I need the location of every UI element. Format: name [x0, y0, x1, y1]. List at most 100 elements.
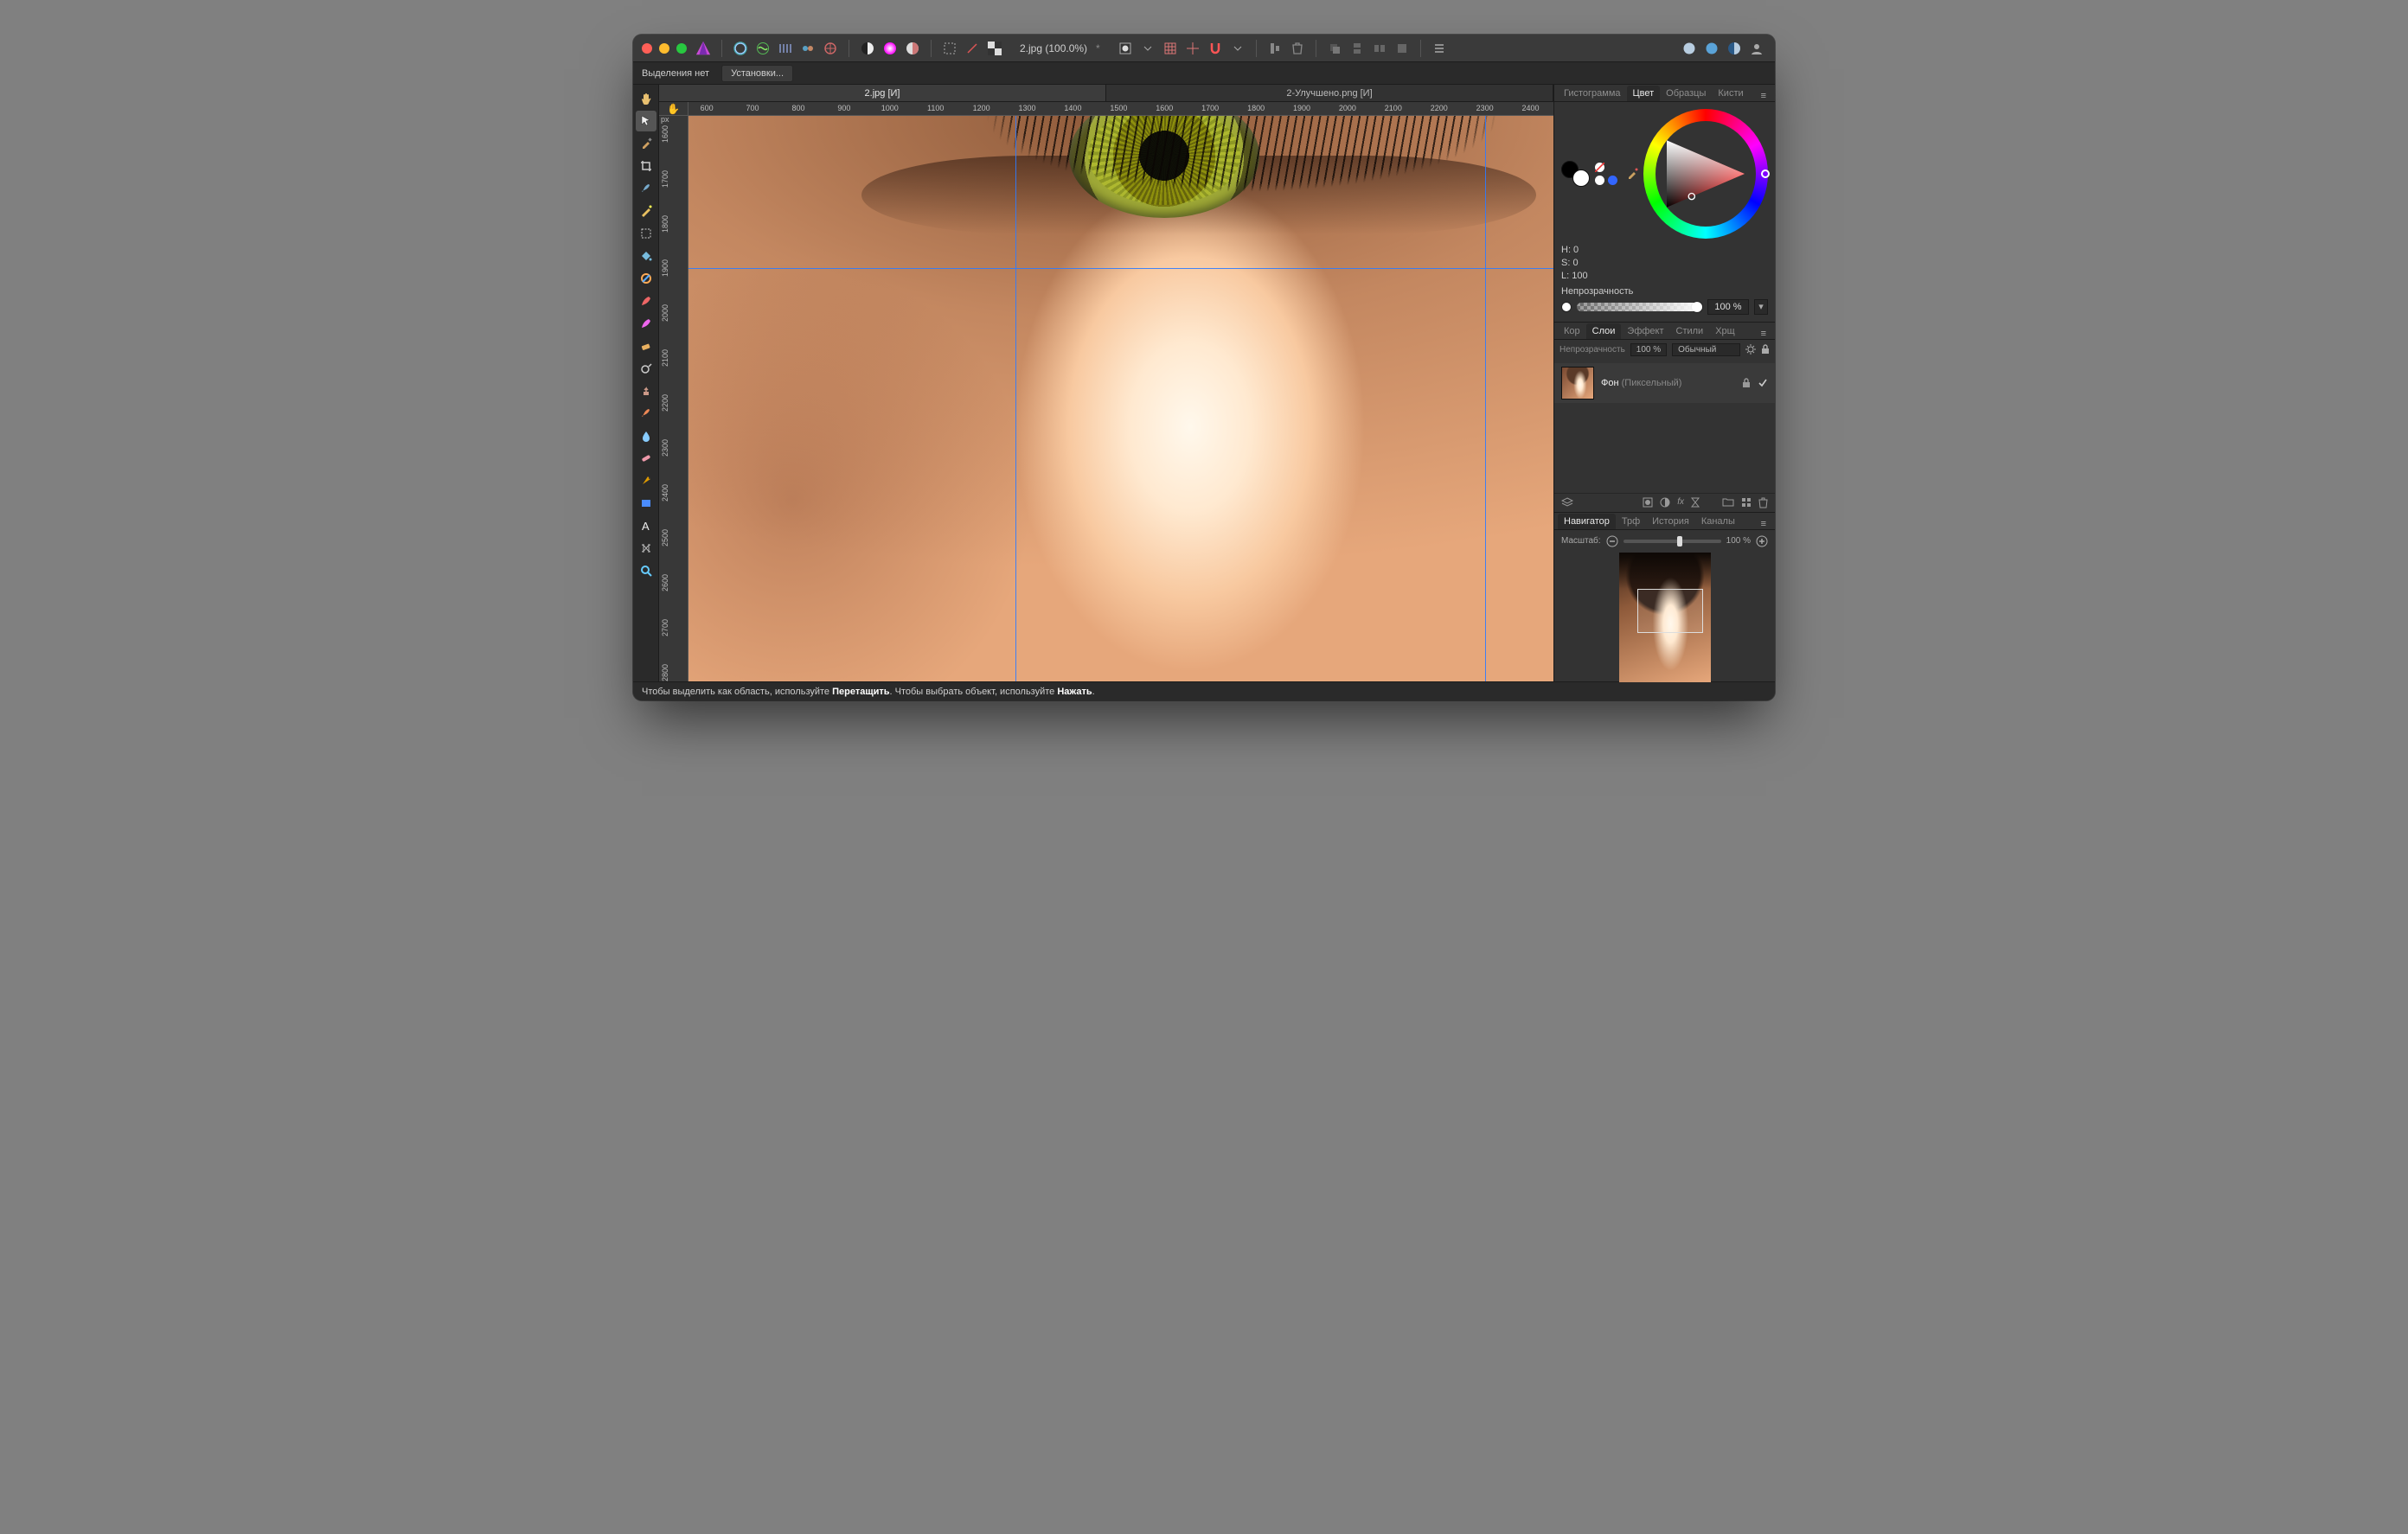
panel-menu-icon[interactable]: ≡: [1756, 91, 1771, 101]
develop-persona-icon[interactable]: [776, 39, 795, 58]
checkerboard-icon[interactable]: [985, 39, 1004, 58]
vertical-guide[interactable]: [1015, 116, 1016, 681]
opacity-slider[interactable]: [1577, 303, 1702, 311]
layer-opacity-value[interactable]: 100 %: [1630, 343, 1667, 356]
color-picker-tool-icon[interactable]: [636, 133, 656, 154]
presets-button[interactable]: Установки...: [721, 65, 793, 82]
mesh-tool-icon[interactable]: [636, 538, 656, 559]
selection-brush-tool-icon[interactable]: [636, 178, 656, 199]
flood-fill-tool-icon[interactable]: [636, 246, 656, 266]
align-tool-icon[interactable]: [1265, 39, 1284, 58]
opacity-dropdown[interactable]: ▾: [1754, 299, 1768, 315]
canvas[interactable]: [688, 116, 1553, 681]
vertical-guide[interactable]: [1485, 116, 1486, 681]
navigator-thumbnail[interactable]: [1619, 553, 1711, 682]
tab-transform[interactable]: Трф: [1616, 514, 1646, 529]
export-persona-icon[interactable]: [821, 39, 840, 58]
dropdown-1[interactable]: [1138, 39, 1157, 58]
list-icon[interactable]: [1430, 39, 1449, 58]
tab-layers[interactable]: Слои: [1586, 323, 1622, 339]
photo-persona-icon[interactable]: [731, 39, 750, 58]
tool-circle-1-icon[interactable]: [858, 39, 877, 58]
text-tool-icon[interactable]: A: [636, 515, 656, 536]
paint-mixer-tool-icon[interactable]: [636, 268, 656, 289]
tab-hrsh[interactable]: Хрщ: [1709, 323, 1741, 339]
rectangle-tool-icon[interactable]: [636, 493, 656, 514]
crosshair-icon[interactable]: [1183, 39, 1202, 58]
horizontal-ruler[interactable]: 6007008009001000110012001300140015001600…: [688, 102, 1553, 116]
hourglass-icon[interactable]: [1691, 497, 1700, 508]
tab-histogram[interactable]: Гистограмма: [1558, 86, 1627, 101]
document-tab-1[interactable]: 2.jpg [И]: [659, 85, 1106, 101]
clone-tool-icon[interactable]: [636, 380, 656, 401]
opacity-slider-knob[interactable]: [1691, 301, 1703, 313]
dodge-tool-icon[interactable]: [636, 358, 656, 379]
arrange-3-icon[interactable]: [1370, 39, 1389, 58]
zoom-window-button[interactable]: [676, 43, 687, 54]
folder-icon[interactable]: [1722, 497, 1734, 508]
layer-thumbnail[interactable]: [1561, 367, 1594, 399]
assistant-3-icon[interactable]: [1725, 39, 1744, 58]
marquee-dashed-icon[interactable]: [940, 39, 959, 58]
layer-visible-checkbox[interactable]: [1758, 378, 1768, 388]
account-icon[interactable]: [1747, 39, 1766, 58]
move-tool-icon[interactable]: [636, 111, 656, 131]
zoom-out-button[interactable]: [1606, 535, 1618, 547]
tab-cor[interactable]: Кор: [1558, 323, 1586, 339]
magnet-icon[interactable]: [1206, 39, 1225, 58]
marquee-tool-icon[interactable]: [636, 223, 656, 244]
layers-stack-icon[interactable]: [1561, 497, 1573, 508]
tab-history[interactable]: История: [1646, 514, 1695, 529]
brush-tool-icon[interactable]: [636, 291, 656, 311]
lock-icon[interactable]: [1761, 344, 1770, 355]
tone-map-persona-icon[interactable]: [798, 39, 817, 58]
pen-tool-icon[interactable]: [636, 470, 656, 491]
arrange-1-icon[interactable]: [1325, 39, 1344, 58]
layer-lock-icon[interactable]: [1742, 378, 1751, 388]
none-swatch-row[interactable]: [1595, 163, 1617, 172]
dropdown-2[interactable]: [1228, 39, 1247, 58]
trash-icon[interactable]: [1288, 39, 1307, 58]
opacity-value[interactable]: 100 %: [1707, 299, 1749, 315]
diagonal-line-icon[interactable]: [963, 39, 982, 58]
fg-bg-swatches[interactable]: [1561, 161, 1590, 187]
blend-mode-select[interactable]: Обычный: [1672, 343, 1740, 356]
eraser-tool-icon[interactable]: [636, 336, 656, 356]
tab-navigator[interactable]: Навигатор: [1558, 514, 1616, 529]
color-triangle[interactable]: [1667, 140, 1745, 208]
document-tab-2[interactable]: 2-Улучшено.png [И]: [1106, 85, 1553, 101]
hue-handle[interactable]: [1761, 169, 1770, 178]
tab-styles[interactable]: Стили: [1670, 323, 1710, 339]
layer-row[interactable]: Фон (Пиксельный): [1554, 363, 1775, 403]
vertical-ruler[interactable]: px 1600170018001900200021002200230024002…: [659, 116, 688, 681]
hand-cursor-icon[interactable]: ✋: [667, 103, 680, 115]
navigator-viewport[interactable]: [1637, 589, 1703, 633]
assistant-1-icon[interactable]: [1680, 39, 1699, 58]
fx-icon[interactable]: fx: [1677, 497, 1684, 508]
nav-panel-menu-icon[interactable]: ≡: [1756, 519, 1771, 529]
layer-panel-menu-icon[interactable]: ≡: [1756, 329, 1771, 339]
liquify-persona-icon[interactable]: [753, 39, 772, 58]
inpaint-tool-icon[interactable]: [636, 403, 656, 424]
delete-layer-icon[interactable]: [1758, 497, 1768, 508]
soft-proof-icon[interactable]: [903, 39, 922, 58]
heal-tool-icon[interactable]: [636, 448, 656, 469]
zoom-slider[interactable]: [1623, 540, 1721, 543]
mini-color-row[interactable]: [1595, 176, 1617, 185]
gear-icon[interactable]: [1745, 344, 1756, 355]
eyedropper-mini-icon[interactable]: [1626, 168, 1638, 180]
zoom-in-button[interactable]: [1756, 535, 1768, 547]
quick-mask-icon[interactable]: [1116, 39, 1135, 58]
zoom-tool-icon[interactable]: [636, 560, 656, 581]
bg-swatch[interactable]: [1572, 169, 1590, 187]
tab-channels[interactable]: Каналы: [1695, 514, 1741, 529]
arrange-4-icon[interactable]: [1393, 39, 1412, 58]
adjustment-icon[interactable]: [1660, 497, 1670, 508]
blur-brush-tool-icon[interactable]: [636, 313, 656, 334]
crop-tool-icon[interactable]: [636, 156, 656, 176]
color-wheel-icon[interactable]: [881, 39, 900, 58]
grid-small-icon[interactable]: [1741, 497, 1752, 508]
grid-icon[interactable]: [1161, 39, 1180, 58]
drop-tool-icon[interactable]: [636, 425, 656, 446]
tab-effects[interactable]: Эффект: [1621, 323, 1669, 339]
